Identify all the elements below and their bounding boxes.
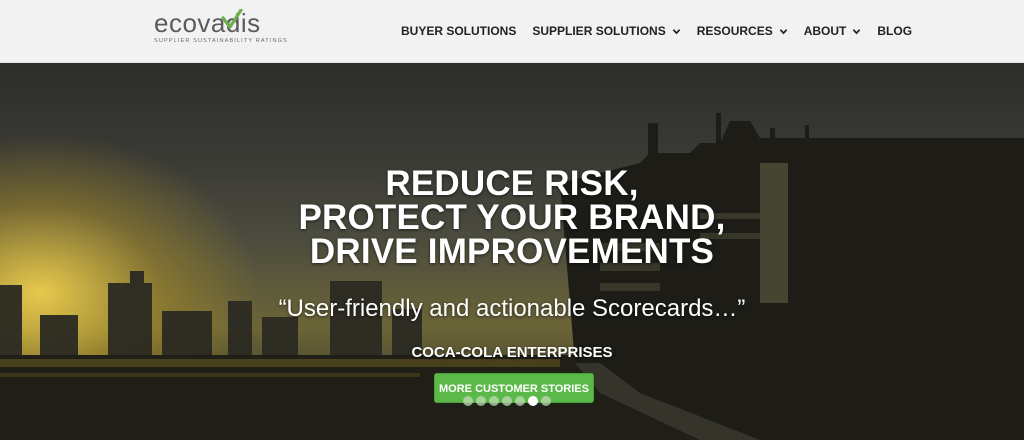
carousel-dot-active[interactable] xyxy=(528,396,538,406)
headline-line: PROTECT YOUR BRAND, xyxy=(298,198,726,237)
nav-resources[interactable]: RESOURCES xyxy=(697,21,788,41)
testimonial-company: COCA-COLA ENTERPRISES xyxy=(411,344,613,361)
logo-wordmark: ecovadis xyxy=(154,8,261,38)
ecovadis-logo[interactable]: ecovadis SUPPLIER SUSTAINABILITY RATINGS xyxy=(154,6,294,46)
carousel-dot[interactable] xyxy=(502,396,512,406)
nav-supplier-solutions[interactable]: SUPPLIER SOLUTIONS xyxy=(532,21,680,41)
carousel-dot[interactable] xyxy=(515,396,525,406)
carousel-pagination xyxy=(463,396,551,406)
carousel-dot[interactable] xyxy=(463,396,473,406)
logo-checkmark-icon xyxy=(221,9,243,29)
logo-tagline: SUPPLIER SUSTAINABILITY RATINGS xyxy=(154,38,288,44)
nav-blog[interactable]: BLOG xyxy=(877,21,912,41)
nav-label: SUPPLIER SOLUTIONS xyxy=(532,24,666,38)
nav-label: ABOUT xyxy=(803,24,847,38)
nav-about[interactable]: ABOUT xyxy=(804,21,862,41)
carousel-dot[interactable] xyxy=(541,396,551,406)
hero-headline: REDUCE RISK, PROTECT YOUR BRAND, DRIVE I… xyxy=(0,164,1024,271)
carousel-dot[interactable] xyxy=(489,396,499,406)
carousel-dot[interactable] xyxy=(476,396,486,406)
nav-buyer-solutions[interactable]: BUYER SOLUTIONS xyxy=(401,21,516,41)
chevron-down-icon xyxy=(779,28,787,34)
nav-label: BUYER SOLUTIONS xyxy=(401,24,517,38)
hero-banner: REDUCE RISK, PROTECT YOUR BRAND, DRIVE I… xyxy=(0,63,1024,440)
headline-line: REDUCE RISK, xyxy=(385,164,639,203)
testimonial-quote: “User-friendly and actionable Scorecards… xyxy=(278,295,746,322)
main-nav: BUYER SOLUTIONS SUPPLIER SOLUTIONS RESOU… xyxy=(401,21,928,41)
nav-label: RESOURCES xyxy=(696,24,773,38)
top-navigation-bar: ecovadis SUPPLIER SUSTAINABILITY RATINGS… xyxy=(0,0,1024,63)
chevron-down-icon xyxy=(853,28,861,34)
nav-label: BLOG xyxy=(877,24,913,38)
chevron-down-icon xyxy=(672,28,680,34)
headline-line: DRIVE IMPROVEMENTS xyxy=(309,232,715,271)
